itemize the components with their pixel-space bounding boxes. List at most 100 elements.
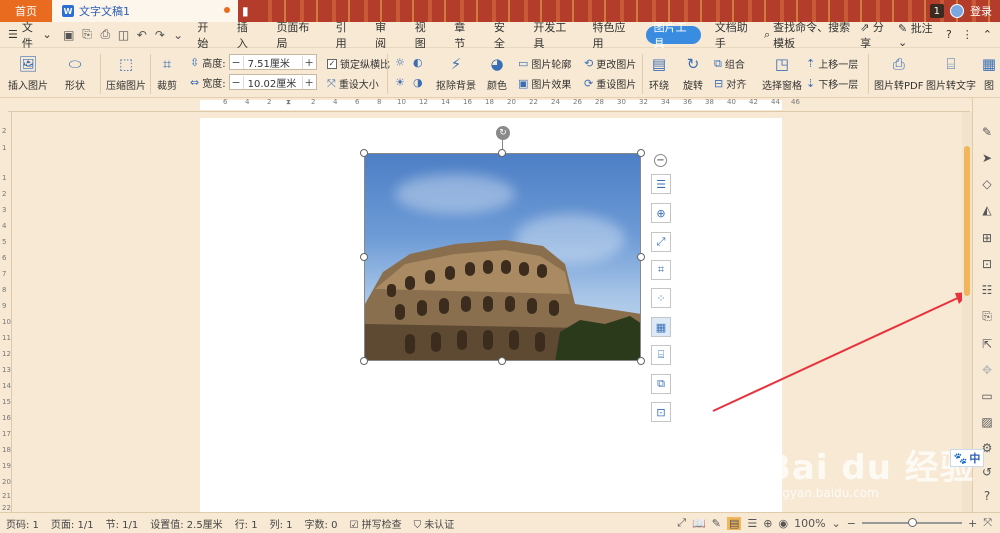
- align-button[interactable]: ⊟ 对齐: [714, 76, 746, 91]
- share-button[interactable]: ⇗ 分享: [860, 19, 888, 51]
- share-out-icon[interactable]: ⇱: [979, 336, 995, 352]
- tab-developer[interactable]: 开发工具: [523, 21, 582, 50]
- contrast-decrease-button[interactable]: ◑: [413, 76, 423, 89]
- shape-button[interactable]: ⬭ 形状: [64, 54, 86, 92]
- tab-start[interactable]: 开始: [187, 21, 227, 50]
- color-button[interactable]: ◕ 颜色: [486, 54, 508, 92]
- tab-insert[interactable]: 插入: [227, 21, 267, 50]
- tab-picture-tools[interactable]: 图片工具: [645, 21, 701, 50]
- tab-view[interactable]: 视图: [405, 21, 445, 50]
- save-icon[interactable]: ▣: [62, 27, 76, 43]
- crop-button[interactable]: ⌗ 裁剪: [156, 54, 178, 92]
- status-setting[interactable]: 设置值: 2.5厘米: [144, 516, 228, 531]
- height-decrease-button[interactable]: −: [230, 55, 244, 69]
- rotate-button[interactable]: ↻ 旋转: [682, 54, 704, 92]
- status-page-code[interactable]: 页码: 1: [0, 516, 45, 531]
- zoom-in-icon[interactable]: +: [968, 517, 977, 530]
- scrollbar-thumb[interactable]: [964, 146, 970, 296]
- tab-doc-assistant[interactable]: 文档助手: [705, 21, 764, 50]
- file-menu[interactable]: ☰ 文件 ⌄: [0, 19, 60, 51]
- resize-handle-bottom-left[interactable]: [360, 357, 368, 365]
- cursor-select-icon[interactable]: ➤: [979, 150, 995, 166]
- more-ribbon-button[interactable]: ▦ 图: [978, 54, 1000, 92]
- zoom-level[interactable]: 100%: [794, 517, 825, 530]
- picture-to-text-button[interactable]: ⌸ 图片转文字: [926, 54, 976, 92]
- redo-icon[interactable]: ↷: [153, 27, 167, 43]
- new-tab-plus-icon[interactable]: ▮: [242, 4, 254, 18]
- collapse-ribbon-icon[interactable]: ⌃: [983, 28, 992, 41]
- width-increase-button[interactable]: +: [301, 75, 316, 89]
- height-input[interactable]: − 7.51厘米 +: [228, 54, 317, 70]
- output-icon[interactable]: ⎘: [80, 27, 94, 43]
- reading-mode-icon[interactable]: 📖: [692, 517, 706, 530]
- page-view-icon[interactable]: ▤: [726, 516, 742, 530]
- bring-forward-button[interactable]: ⇡ 上移一层: [806, 56, 858, 71]
- zoom-picture-icon[interactable]: ⊕: [651, 203, 671, 223]
- undo-icon[interactable]: ↶: [135, 27, 149, 43]
- status-pages[interactable]: 页面: 1/1: [45, 516, 100, 531]
- pen-icon[interactable]: ✎: [979, 124, 995, 140]
- resize-handle-top[interactable]: [498, 149, 506, 157]
- wrap-button[interactable]: ▤ 环绕: [648, 54, 670, 92]
- contrast-increase-button[interactable]: ◐: [413, 56, 423, 69]
- horizontal-ruler[interactable]: 6 4 2 ⧗ 2 4 6 8 10 12 14 16 18 20 22 24 …: [8, 98, 970, 112]
- remove-bg-tool-icon[interactable]: ⁘: [651, 288, 671, 308]
- status-section[interactable]: 节: 1/1: [100, 516, 145, 531]
- rotate-handle-icon[interactable]: ↻: [496, 126, 510, 140]
- tab-security[interactable]: 安全: [484, 21, 524, 50]
- width-input[interactable]: − 10.02厘米 +: [228, 74, 317, 90]
- zoom-slider[interactable]: [861, 518, 962, 527]
- height-increase-button[interactable]: +: [301, 55, 316, 69]
- fit-page-icon[interactable]: ⤧: [983, 516, 992, 530]
- group-button[interactable]: ⧉ 组合: [714, 56, 745, 72]
- comment-button[interactable]: ✎ 批注 ⌄: [898, 20, 936, 49]
- notice-count-badge[interactable]: 1: [929, 4, 944, 18]
- tab-features[interactable]: 特色应用: [583, 21, 642, 50]
- width-decrease-button[interactable]: −: [230, 75, 244, 89]
- quick-access-dropdown-icon[interactable]: ⌄: [171, 27, 185, 43]
- remove-background-button[interactable]: ⚡ 抠除背景: [436, 54, 476, 92]
- fullscreen-icon[interactable]: ⤢: [677, 516, 686, 530]
- more-options-icon[interactable]: ⋮: [962, 28, 973, 41]
- status-word-count[interactable]: 字数: 0: [299, 516, 344, 531]
- sliders-icon[interactable]: ☷: [979, 282, 995, 298]
- tab-chapter[interactable]: 章节: [444, 21, 484, 50]
- spell-check-button[interactable]: ☑ 拼写检查: [343, 516, 407, 531]
- command-search[interactable]: ⌕ 查找命令、搜索模板: [764, 19, 860, 51]
- zoom-slider-knob[interactable]: [907, 518, 917, 527]
- picture-more-icon[interactable]: ⊡: [651, 402, 671, 422]
- collapse-toolbar-icon[interactable]: −: [654, 154, 667, 167]
- outline-view-icon[interactable]: ☰: [747, 517, 757, 530]
- picture-translate-icon[interactable]: ⧉: [651, 374, 671, 394]
- resize-handle-top-right[interactable]: [637, 149, 645, 157]
- indent-marker-icon[interactable]: ⧗: [286, 98, 291, 107]
- image-icon[interactable]: ▨: [979, 414, 995, 430]
- resize-handle-bottom[interactable]: [498, 357, 506, 365]
- reset-picture-button[interactable]: ⟳ 重设图片: [584, 76, 636, 91]
- picture-to-text-tool-icon[interactable]: ⌸: [651, 345, 671, 365]
- archive-icon[interactable]: ▭: [979, 388, 995, 404]
- reset-size-button[interactable]: ⤧ 重设大小: [327, 76, 379, 92]
- resize-handle-right[interactable]: [637, 253, 645, 261]
- width-value[interactable]: 10.02厘米: [244, 75, 302, 90]
- web-view-icon[interactable]: ⊕: [763, 517, 772, 530]
- crop-tool-icon[interactable]: ⌗: [651, 260, 671, 280]
- ime-indicator[interactable]: 🐾 中: [950, 449, 984, 467]
- apps-icon[interactable]: ⊡: [979, 256, 995, 272]
- vertical-ruler[interactable]: 2 1 1 2 3 4 5 6 7 8 9 10 11 12 13 14 15 …: [0, 112, 12, 512]
- print-icon[interactable]: ⎙: [98, 27, 112, 43]
- brightness-decrease-button[interactable]: ☀: [395, 76, 405, 89]
- selected-picture-colosseum[interactable]: [364, 153, 641, 361]
- tab-review[interactable]: 审阅: [365, 21, 405, 50]
- picture-outline-button[interactable]: ▭ 图片轮廓: [518, 56, 571, 71]
- eye-protect-icon[interactable]: ◉: [778, 517, 788, 530]
- picture-link-icon[interactable]: ⤢: [651, 232, 671, 252]
- preview-icon[interactable]: ◫: [116, 27, 130, 43]
- picture-style-icon[interactable]: ▦: [651, 317, 671, 337]
- insert-picture-button[interactable]: 🖼 插入图片: [8, 54, 48, 92]
- user-avatar[interactable]: [950, 4, 964, 18]
- shapes-icon[interactable]: ◇: [979, 176, 995, 192]
- fill-icon[interactable]: ◭: [979, 202, 995, 218]
- zoom-dropdown-icon[interactable]: ⌄: [832, 517, 841, 530]
- auth-status[interactable]: ⛉ 未认证: [408, 516, 461, 531]
